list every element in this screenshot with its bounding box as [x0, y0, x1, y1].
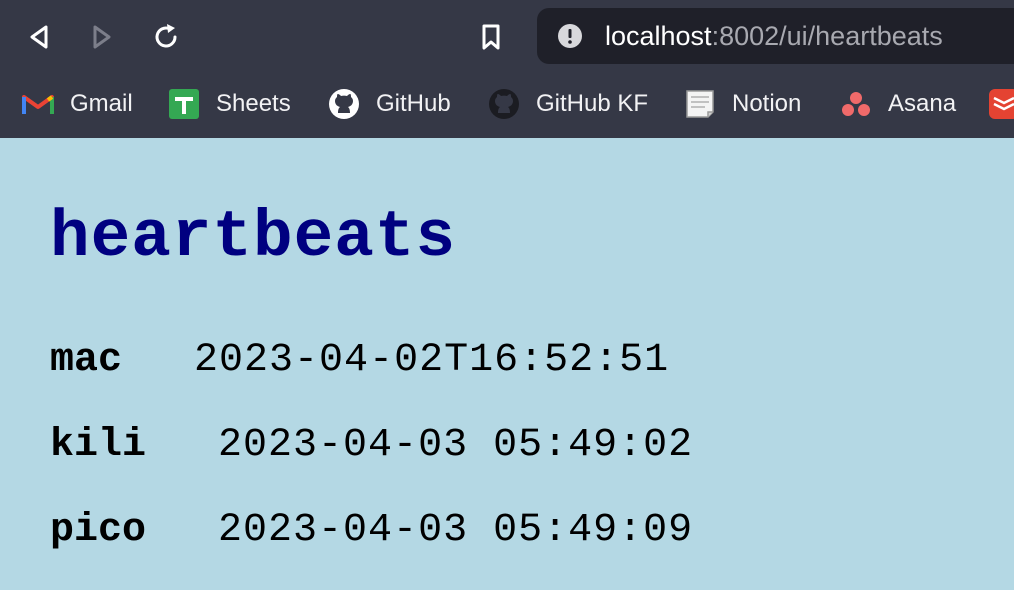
forward-icon [93, 25, 111, 49]
url-text[interactable]: localhost:8002/ui/heartbeats [605, 20, 943, 52]
todoist-icon [988, 88, 1014, 120]
bookmark-label: Notion [732, 90, 802, 117]
bookmark-sheets[interactable]: Sheets [168, 86, 291, 122]
host-name: pico [50, 508, 147, 553]
bookmark-github-kf[interactable]: GitHub KF [488, 86, 648, 122]
bookmarks-bar: Gmail Sheets GitHub GitHub KF Notion Asa… [0, 72, 1014, 138]
bookmark-asana[interactable]: Asana [840, 86, 956, 122]
bookmark-label: GitHub KF [536, 90, 649, 117]
reload-button[interactable] [149, 20, 183, 54]
heartbeat-time: 2023-04-02T16:52:51 [194, 338, 670, 383]
sheets-icon [168, 88, 200, 120]
bookmark-github[interactable]: GitHub [328, 86, 451, 122]
bookmark-icon [482, 24, 500, 50]
page-content: heartbeats mac 2023-04-02T16:52:51 kili … [0, 138, 1014, 590]
bookmark-label: Sheets [216, 90, 291, 117]
bookmark-todoist[interactable] [988, 86, 1014, 122]
heartbeat-time: 2023-04-03 05:49:02 [218, 423, 694, 468]
browser-chrome: localhost:8002/ui/heartbeats Gmail Sheet… [0, 0, 1014, 138]
url-path: :8002/ui/heartbeats [711, 21, 943, 51]
back-icon [30, 25, 48, 49]
host-name: mac [50, 338, 123, 383]
bookmark-page-button[interactable] [474, 20, 508, 54]
heartbeat-row: kili 2023-04-03 05:49:02 [50, 423, 693, 469]
forward-button[interactable] [85, 20, 119, 54]
page-title: heartbeats [50, 200, 457, 275]
bookmark-label: Asana [888, 90, 957, 117]
github-icon [328, 88, 360, 120]
host-name: kili [50, 423, 147, 468]
asana-icon [840, 88, 872, 120]
site-info-icon[interactable] [557, 23, 583, 49]
bookmark-label: GitHub [376, 90, 451, 117]
address-bar[interactable]: localhost:8002/ui/heartbeats [537, 8, 1014, 64]
bookmark-gmail[interactable]: Gmail [22, 86, 133, 122]
github-icon [488, 88, 520, 120]
bookmark-notion[interactable]: Notion [684, 86, 801, 122]
gmail-icon [22, 88, 54, 120]
bookmark-label: Gmail [70, 90, 133, 117]
heartbeat-row: pico 2023-04-03 05:49:09 [50, 508, 693, 554]
reload-icon [155, 24, 177, 48]
notion-icon [684, 88, 716, 120]
back-button[interactable] [22, 20, 56, 54]
heartbeat-time: 2023-04-03 05:49:09 [218, 508, 694, 553]
url-host: localhost [605, 21, 712, 51]
browser-toolbar: localhost:8002/ui/heartbeats [0, 0, 1014, 72]
heartbeat-row: mac 2023-04-02T16:52:51 [50, 338, 669, 384]
